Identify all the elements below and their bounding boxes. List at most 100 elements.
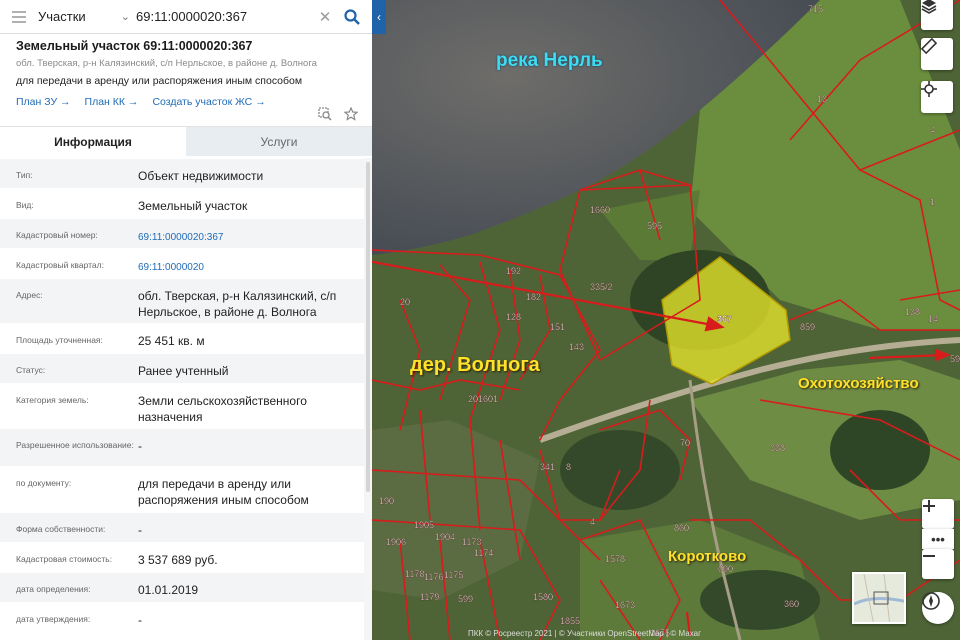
svg-text:1673: 1673 [615, 600, 635, 610]
crosshair-icon [921, 81, 937, 97]
minimap[interactable] [852, 572, 906, 624]
svg-text:1178: 1178 [405, 569, 424, 579]
svg-text:138: 138 [905, 307, 920, 317]
search-type-select[interactable]: Участки ⌄ [38, 0, 136, 34]
info-row: Кадастровый номер: 69:11:0000020:367 [0, 218, 364, 248]
locate-button[interactable] [921, 81, 953, 113]
svg-text:190: 190 [379, 496, 394, 506]
svg-text:1906: 1906 [386, 537, 406, 547]
svg-text:4: 4 [590, 517, 595, 527]
info-row-value: обл. Тверская, р-н Калязинский, с/п Нерл… [138, 289, 337, 319]
compass-button[interactable] [922, 592, 954, 624]
svg-text:1905: 1905 [414, 520, 434, 530]
scrollbar-thumb[interactable] [366, 162, 370, 492]
object-title: Земельный участок 69:11:0000020:367 [16, 39, 253, 53]
info-row-value: 01.01.2019 [138, 583, 199, 597]
svg-text:1176: 1176 [424, 572, 443, 582]
plan-zu-link[interactable]: План ЗУ → [16, 96, 71, 108]
map-attribution: ПКК © Росреестр 2021 | © Участники OpenS… [468, 629, 702, 638]
svg-text:20: 20 [400, 297, 410, 307]
info-table: Тип: Объект недвижимости Вид: Земельный уча… [0, 158, 364, 632]
search-icon [344, 8, 360, 25]
zoom-more-button[interactable]: ••• [922, 529, 954, 549]
svg-text:1580: 1580 [533, 592, 553, 602]
svg-text:1175: 1175 [444, 570, 463, 580]
object-address: обл. Тверская, р-н Калязинский, с/п Нерл… [16, 58, 317, 69]
chevron-left-icon: ‹ [377, 10, 381, 24]
tab-information[interactable]: Информация [0, 127, 186, 156]
panel-scrollbar[interactable] [364, 158, 372, 640]
zoom-to-object-icon[interactable] [318, 107, 332, 121]
info-row-label: Тип: [16, 170, 33, 180]
measure-button[interactable] [921, 38, 953, 70]
search-type-label: Участки [38, 9, 86, 24]
svg-text:595: 595 [647, 221, 662, 231]
chevron-down-icon: ⌄ [120, 11, 130, 23]
tab-services[interactable]: Услуги [186, 127, 372, 156]
svg-text:1904: 1904 [435, 532, 455, 542]
svg-text:1660: 1660 [590, 205, 610, 215]
info-row-label: Вид: [16, 200, 34, 210]
tabs: Информация Услуги [0, 126, 372, 156]
info-row-label: Адрес: [16, 290, 43, 300]
info-row-label: дата утверждения: [16, 614, 91, 624]
svg-text:715: 715 [808, 4, 823, 14]
create-parcel-link[interactable]: Создать участок ЖС → [152, 96, 265, 108]
minus-icon [923, 555, 935, 557]
svg-text:1179: 1179 [420, 592, 439, 602]
layers-button[interactable] [921, 0, 953, 30]
ruler-icon [921, 38, 937, 54]
zoom-in-button[interactable] [922, 499, 954, 529]
svg-text:1174: 1174 [474, 548, 493, 558]
object-header: Земельный участок 69:11:0000020:367 обл.… [0, 34, 372, 126]
info-row-value: Земельный участок [138, 199, 248, 213]
info-row-label: Статус: [16, 365, 46, 375]
svg-text:341: 341 [540, 462, 555, 472]
info-row: Категория земель: Земли сельскохозяйствен… [0, 383, 364, 428]
collapse-panel-button[interactable]: ‹ [372, 0, 386, 34]
info-row-label: Кадастровый номер: [16, 230, 98, 240]
menu-button[interactable] [0, 0, 38, 34]
info-row-value: 3 537 689 руб. [138, 553, 218, 567]
info-row-label: Площадь уточненная: [16, 335, 103, 345]
ellipsis-icon: ••• [931, 531, 945, 547]
object-tools [318, 107, 358, 121]
svg-text:143: 143 [569, 342, 584, 352]
hunting-label: Охотохозяйство [798, 375, 919, 392]
hamburger-icon [12, 10, 26, 23]
clear-icon[interactable]: ✕ [316, 8, 334, 26]
info-row: Разрешенное использование: - [0, 428, 364, 466]
info-row-label: Кадастровая стоимость: [16, 554, 113, 564]
compass-icon [922, 592, 940, 610]
info-row-value: - [138, 613, 142, 627]
info-row: дата утверждения: - [0, 602, 364, 632]
zoom-out-button[interactable] [922, 549, 954, 579]
svg-text:4: 4 [930, 125, 935, 135]
svg-text:70: 70 [680, 438, 690, 448]
search-input[interactable] [136, 5, 316, 28]
svg-text:859: 859 [800, 322, 815, 332]
info-row: дата определения: 01.01.2019 [0, 572, 364, 602]
info-row-link[interactable]: 69:11:0000020:367 [138, 219, 364, 248]
svg-text:182: 182 [526, 292, 541, 302]
svg-text:860: 860 [674, 523, 689, 533]
plan-kk-link[interactable]: План КК → [85, 96, 139, 108]
svg-text:599: 599 [458, 594, 473, 604]
svg-text:13: 13 [817, 94, 827, 104]
info-row: Статус: Ранее учтенный [0, 353, 364, 383]
info-row: Кадастровый квартал: 69:11:0000020 [0, 248, 364, 278]
svg-text:1578: 1578 [605, 554, 625, 564]
star-icon[interactable] [344, 107, 358, 121]
info-row-label: Кадастровый квартал: [16, 260, 104, 270]
svg-text:1: 1 [930, 197, 935, 207]
info-row-label: Разрешенное использование: [16, 440, 134, 450]
info-row: Форма собственности: - [0, 512, 364, 542]
info-row-link[interactable]: 69:11:0000020 [138, 249, 364, 278]
svg-text:360: 360 [784, 599, 799, 609]
search-button[interactable] [334, 0, 370, 34]
layers-icon [921, 0, 937, 14]
info-row-value: для передачи в аренду или распоряжения и… [138, 477, 309, 507]
svg-text:1173: 1173 [462, 537, 481, 547]
svg-text:8: 8 [566, 462, 571, 472]
info-row: Кадастровая стоимость: 3 537 689 руб. [0, 542, 364, 572]
